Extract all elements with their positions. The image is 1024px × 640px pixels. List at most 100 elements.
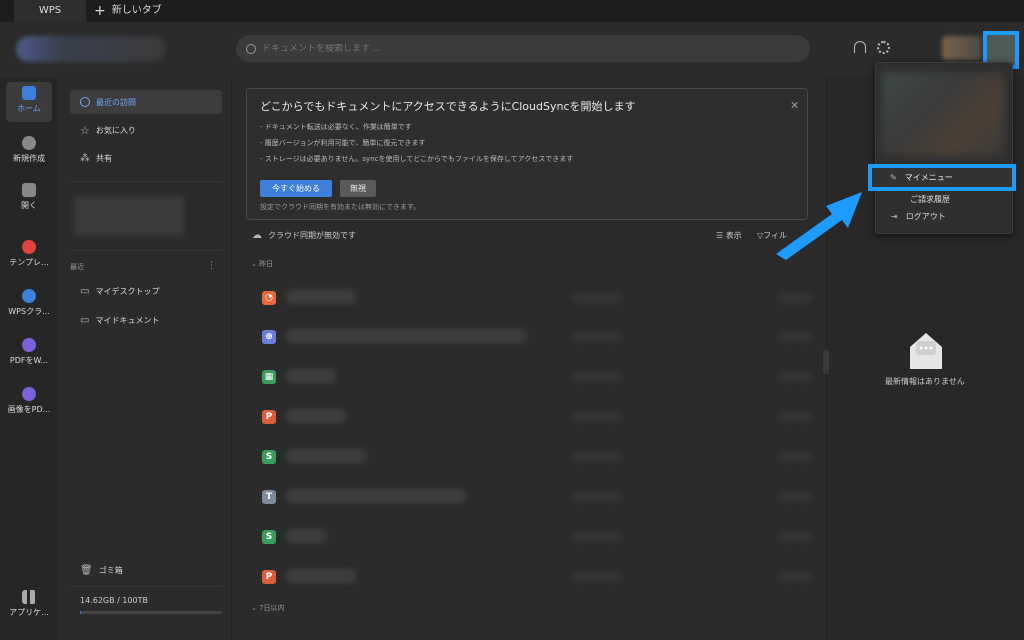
annotation-arrow bbox=[776, 192, 862, 260]
billing-history-item[interactable]: ご請求履歴 bbox=[910, 194, 950, 205]
nav-shared-label: 共有 bbox=[96, 153, 112, 163]
nav-trash-label: ゴミ箱 bbox=[98, 565, 123, 575]
rail-open-label: 開く bbox=[21, 201, 37, 210]
nav-divider bbox=[70, 181, 222, 182]
rail-image-pdf-label: 画像をPD... bbox=[7, 405, 51, 414]
presentation-file-icon: ◔ bbox=[262, 291, 276, 305]
folder-icon bbox=[22, 183, 36, 197]
documents-icon: ▭ bbox=[80, 314, 90, 326]
file-time-blurred bbox=[778, 492, 812, 502]
nav-recent[interactable]: 最近の訪問 bbox=[70, 90, 222, 114]
storage-bar bbox=[80, 611, 222, 614]
file-time-blurred bbox=[778, 332, 812, 342]
search-bar[interactable] bbox=[236, 35, 810, 62]
my-menu-label: マイメニュー bbox=[904, 173, 953, 182]
presentation-file-icon: P bbox=[262, 570, 276, 584]
file-name-blurred bbox=[286, 369, 336, 383]
banner-line: - ドキュメント転送は必要なく、作業は簡単です bbox=[260, 123, 412, 131]
nav-recent-label: 最近の訪問 bbox=[96, 97, 136, 107]
close-icon[interactable]: ✕ bbox=[790, 99, 799, 112]
cloud-off-icon: ☁ bbox=[252, 230, 262, 241]
file-location-blurred bbox=[572, 532, 622, 542]
sync-status[interactable]: ☁ クラウド同期が無効です bbox=[252, 230, 356, 241]
account-info-blurred bbox=[882, 72, 1004, 156]
group-7days[interactable]: ⌄ 7日以内 bbox=[251, 603, 285, 613]
plus-icon: + bbox=[94, 3, 106, 19]
ignore-button[interactable]: 無視 bbox=[340, 180, 376, 197]
file-row[interactable]: S bbox=[258, 444, 818, 470]
trash-icon: 🗑 bbox=[80, 564, 93, 576]
file-row[interactable]: T bbox=[258, 484, 818, 510]
search-icon bbox=[246, 43, 256, 54]
view-button[interactable]: ☰ 表示 bbox=[716, 230, 742, 241]
nav-divider bbox=[70, 250, 222, 251]
plus-circle-icon bbox=[22, 136, 36, 150]
rail-pdf-label: PDFをW... bbox=[9, 356, 49, 365]
home-doc-icon bbox=[22, 86, 36, 100]
desktop-icon: ▭ bbox=[80, 285, 90, 297]
logout-icon: ⇥ bbox=[891, 212, 898, 221]
file-row[interactable]: P bbox=[258, 564, 818, 590]
file-row[interactable]: S bbox=[258, 524, 818, 550]
share-icon: ⁂ bbox=[80, 152, 90, 164]
nav-my-documents-label: マイドキュメント bbox=[95, 315, 160, 325]
recent-section-heading: 最近 bbox=[70, 263, 84, 271]
file-row[interactable]: P bbox=[258, 404, 818, 430]
nav-my-documents[interactable]: ▭ マイドキュメント bbox=[70, 308, 222, 332]
file-time-blurred bbox=[778, 452, 812, 462]
group-yesterday[interactable]: ⌄ 昨日 bbox=[251, 259, 273, 269]
rail-cloud[interactable]: WPSクラ... bbox=[0, 289, 58, 317]
file-time-blurred bbox=[778, 372, 812, 382]
pdf-convert-icon bbox=[22, 338, 36, 352]
file-row[interactable]: ⊕ bbox=[258, 324, 818, 350]
nav-my-desktop[interactable]: ▭ マイデスクトップ bbox=[70, 279, 222, 303]
template-icon bbox=[22, 240, 36, 254]
gear-icon[interactable] bbox=[877, 41, 890, 54]
rail-new[interactable]: 新規作成 bbox=[0, 136, 58, 164]
spreadsheet-file-icon: S bbox=[262, 530, 276, 544]
file-location-blurred bbox=[572, 332, 622, 342]
file-row[interactable]: ▦ bbox=[258, 364, 818, 390]
nav-divider bbox=[70, 586, 222, 587]
start-now-button[interactable]: 今すぐ始める bbox=[260, 180, 332, 197]
image-convert-icon bbox=[22, 387, 36, 401]
banner-line: - ストレージは必要ありません。syncを使用してどこからでもファイルを保存して… bbox=[260, 155, 574, 163]
clock-icon bbox=[80, 97, 90, 107]
banner-title: どこからでもドキュメントにアクセスできるようにCloudSyncを開始します bbox=[260, 100, 636, 113]
presentation-file-icon: P bbox=[262, 410, 276, 424]
tab-wps[interactable]: WPS bbox=[14, 0, 86, 22]
logout-label: ログアウト bbox=[905, 212, 946, 221]
rail-image-pdf[interactable]: 画像をPD... bbox=[0, 387, 58, 415]
user-badge-blurred[interactable] bbox=[942, 36, 982, 60]
logout-item[interactable]: ⇥ ログアウト bbox=[891, 211, 946, 222]
group-yesterday-label: 昨日 bbox=[259, 260, 274, 268]
account-name-blurred[interactable] bbox=[16, 36, 166, 62]
nav-favorites[interactable]: ☆ お気に入り bbox=[70, 118, 222, 142]
blurred-nav-items[interactable] bbox=[74, 196, 184, 236]
headset-icon[interactable] bbox=[854, 41, 866, 53]
rail-home-label: ホーム bbox=[17, 104, 41, 113]
banner-line: - 履歴バージョンが利用可能で、簡単に復元できます bbox=[260, 139, 426, 147]
nav-shared[interactable]: ⁂ 共有 bbox=[70, 146, 222, 170]
rail-templates[interactable]: テンプレ... bbox=[0, 240, 58, 268]
banner-note: 設定でクラウド同期を有効または無効にできます。 bbox=[260, 203, 421, 211]
file-location-blurred bbox=[572, 452, 622, 462]
text-file-icon: T bbox=[262, 490, 276, 504]
rail-home[interactable]: ホーム bbox=[0, 82, 58, 122]
panel-collapse-handle[interactable] bbox=[823, 350, 829, 374]
nav-trash[interactable]: 🗑 ゴミ箱 bbox=[70, 558, 222, 582]
rail-apps[interactable]: アプリケ... bbox=[0, 590, 58, 618]
storage-bar-fill bbox=[80, 611, 81, 614]
new-tab-button[interactable]: + 新しいタブ bbox=[94, 0, 162, 22]
file-name-blurred bbox=[286, 569, 356, 583]
my-menu-item[interactable]: ✎ マイメニュー bbox=[868, 164, 1016, 191]
file-row[interactable]: ◔ bbox=[258, 285, 818, 311]
spreadsheet-file-icon: ▦ bbox=[262, 370, 276, 384]
rail-cloud-label: WPSクラ... bbox=[8, 307, 50, 316]
file-time-blurred bbox=[778, 572, 812, 582]
more-icon[interactable]: ⋮ bbox=[207, 261, 216, 271]
view-label: 表示 bbox=[725, 231, 742, 240]
rail-pdf[interactable]: PDFをW... bbox=[0, 338, 58, 366]
search-input[interactable] bbox=[262, 43, 782, 54]
rail-open[interactable]: 開く bbox=[0, 183, 58, 211]
